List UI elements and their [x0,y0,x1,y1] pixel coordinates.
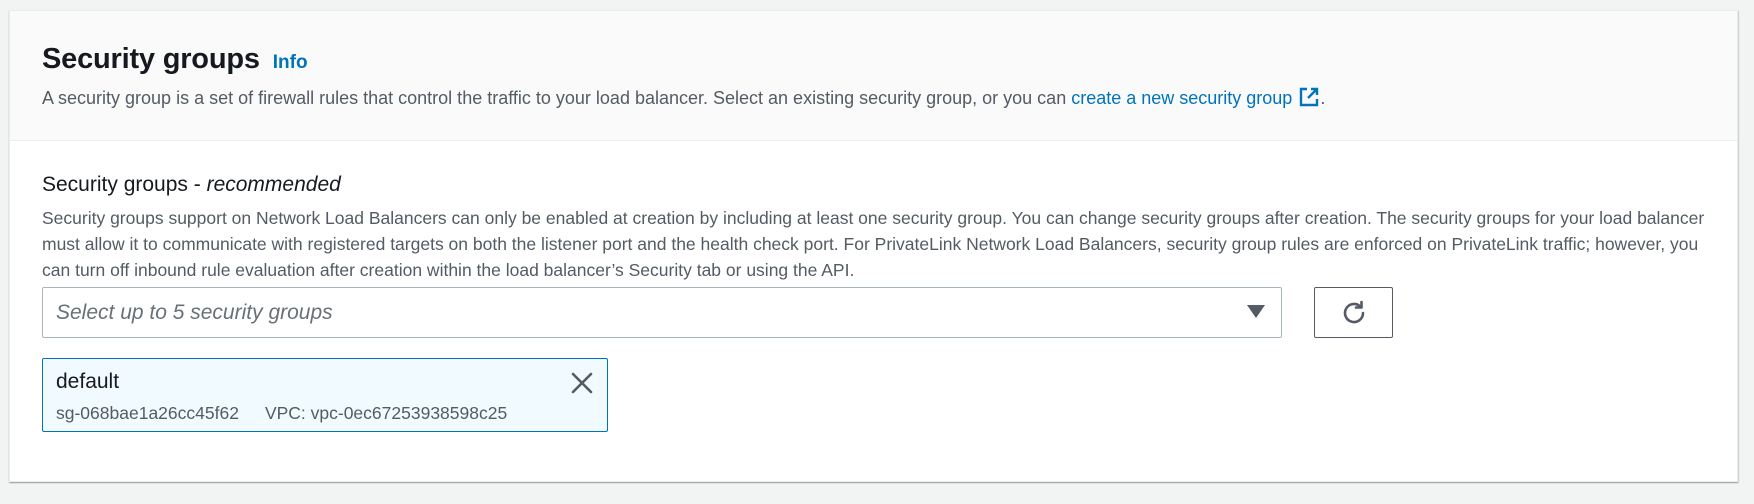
field-description: Security groups support on Network Load … [42,208,1705,280]
title-row: Security groups Info [42,43,308,76]
token-vpc: VPC: vpc-0ec67253938598c25 [264,403,508,423]
create-security-group-link-text: create a new security group [1071,88,1293,108]
security-groups-panel: Security groups Info A security group is… [9,10,1738,482]
caret-down-icon [1247,305,1265,318]
security-groups-select[interactable]: Select up to 5 security groups [42,287,1282,338]
token-details: sg-068bae1a26cc45f62 VPC: vpc-0ec67253938… [56,403,507,424]
token-name: default [56,370,120,393]
refresh-button[interactable] [1314,287,1393,338]
selected-security-group-token: default sg-068bae1a26cc45f62 VPC: vpc-0ec… [42,358,608,432]
create-security-group-link[interactable]: create a new security group [1071,87,1320,108]
section-description-suffix: . [1320,88,1326,108]
panel-header: Security groups Info A security group is… [10,11,1737,141]
field-label: Security groups - recommended [42,173,341,197]
section-description-text: A security group is a set of firewall ru… [42,88,1072,108]
section-title: Security groups [42,43,260,75]
refresh-icon [1343,300,1364,323]
close-icon[interactable] [569,370,595,396]
external-link-icon [1300,87,1319,107]
field-label-emphasis: recommended [206,173,341,196]
info-link[interactable]: Info [273,52,308,74]
field-label-text: Security groups - [42,173,207,196]
section-description: A security group is a set of firewall ru… [42,86,1325,109]
select-placeholder: Select up to 5 security groups [56,301,333,324]
token-group-id: sg-068bae1a26cc45f62 [56,403,239,423]
